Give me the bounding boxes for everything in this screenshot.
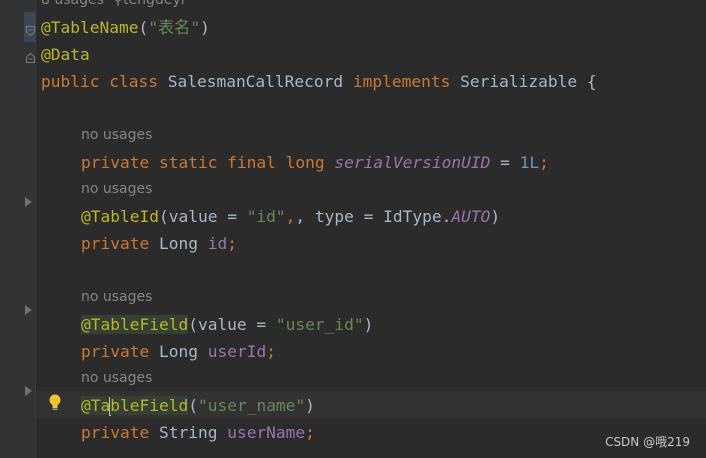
code-editor[interactable]: 8 usages ⚲tengdeyi* @TableName("表名") @Da… xyxy=(41,0,706,458)
code-vision-hint[interactable]: 8 usages ⚲tengdeyi* xyxy=(41,0,192,9)
gutter-divider xyxy=(35,0,36,458)
code-line-serial: private static final long serialVersionU… xyxy=(81,153,549,172)
usages-hint[interactable]: no usages xyxy=(81,288,152,306)
code-line-id: private Long id; xyxy=(81,234,237,253)
code-line-userid: private Long userId; xyxy=(81,342,276,361)
code-line-username: private String userName; xyxy=(81,423,315,442)
code-line-tableid: @TableId(value = "id",, type = IdType.AU… xyxy=(81,207,501,226)
fold-toggle-icon[interactable] xyxy=(26,21,35,37)
collapsed-fold-icon[interactable] xyxy=(25,386,32,396)
code-line-tablefield-username: @TableField("user_name") xyxy=(81,396,315,416)
usages-hint[interactable]: no usages xyxy=(81,126,152,144)
watermark: CSDN @哦219 xyxy=(605,435,690,449)
author-name: tengdeyi* xyxy=(123,0,192,8)
usages-count[interactable]: 8 usages xyxy=(41,0,104,8)
usages-hint[interactable]: no usages xyxy=(81,369,152,387)
code-line-data: @Data xyxy=(41,45,90,64)
code-line-tablefield-userid: @TableField(value = "user_id") xyxy=(81,315,374,334)
collapsed-fold-icon[interactable] xyxy=(25,305,32,315)
author-icon: ⚲ xyxy=(112,0,124,8)
usages-hint[interactable]: no usages xyxy=(81,180,152,198)
collapsed-fold-icon[interactable] xyxy=(25,197,32,207)
fold-end-icon[interactable] xyxy=(26,48,35,63)
code-line-class-declaration: public class SalesmanCallRecord implemen… xyxy=(41,72,597,91)
code-line-tablename: @TableName("表名") xyxy=(41,18,210,37)
